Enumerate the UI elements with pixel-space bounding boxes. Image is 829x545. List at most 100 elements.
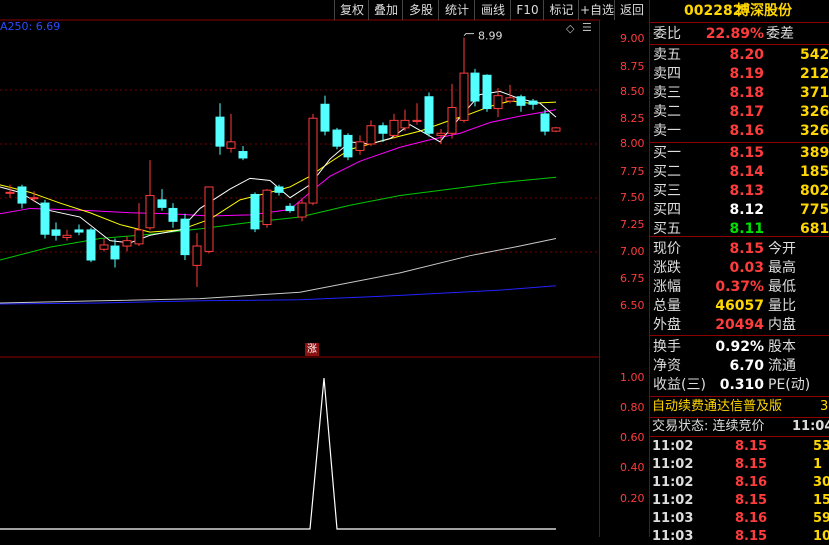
diamond-icon[interactable]: ◇ — [566, 22, 574, 35]
tick-time: 11:03 — [652, 511, 694, 526]
ma10-line — [0, 100, 557, 233]
price-tick-label: 8.00 — [620, 137, 645, 150]
tick-price: 8.15 — [735, 493, 768, 508]
indicator-tick-label: 0.20 — [620, 492, 645, 505]
toolbar-button-0[interactable]: 复权 — [334, 0, 369, 20]
trade-status: 交易状态: 连续竞价 11:04 — [650, 418, 829, 435]
bid-row: 买三 8.13 802 — [650, 182, 829, 200]
candle-body — [378, 125, 388, 134]
kline-chart[interactable]: 8.99 — [0, 0, 604, 537]
bid-row: 买四 8.12 775 — [650, 201, 829, 219]
stock-code: 002282 — [684, 3, 743, 19]
ask-row-price: 8.18 — [729, 85, 764, 101]
candle-body — [389, 119, 399, 136]
ratio-label: 委比 — [653, 26, 681, 42]
indicator-tick-label: 0.60 — [620, 431, 645, 444]
candle-body — [459, 72, 469, 121]
high-marker-label: 8.99 — [478, 30, 503, 43]
ask-row: 卖五 8.20 542 — [650, 46, 829, 64]
candle-body — [262, 189, 272, 226]
candle-body — [215, 116, 225, 147]
candle-body — [332, 129, 342, 147]
bid-row-volume: 389 — [800, 145, 829, 161]
toolbar-button-2[interactable]: 多股 — [402, 0, 439, 20]
bid-row-label: 买三 — [653, 183, 681, 199]
tick-row: 11:02 8.16 30 — [650, 474, 829, 491]
ma250-label: A250: 6.69 — [0, 20, 61, 33]
candle-body — [516, 96, 526, 106]
tick-row: 11:02 8.15 53 — [650, 438, 829, 455]
bid-row-price: 8.13 — [729, 183, 764, 199]
stat-row: 总量 46057 量比 — [650, 297, 829, 315]
candle-body — [40, 202, 50, 235]
toolbar-button-4[interactable]: 画线 — [474, 0, 511, 20]
ma20-line — [0, 109, 557, 217]
bid-row: 买一 8.15 389 — [650, 144, 829, 162]
stat-row-label: 总量 — [653, 298, 681, 314]
stat-row-label2: 今开 — [768, 241, 796, 257]
stat2-row-label2: PE(动) — [768, 377, 811, 393]
tick-price: 8.16 — [735, 511, 768, 526]
candle-body — [29, 197, 39, 200]
candle-body — [400, 119, 410, 129]
stat-row-value: 20494 — [715, 317, 764, 333]
candle-body — [238, 151, 248, 159]
candle-body — [482, 74, 492, 110]
ask-row-volume: 371 — [800, 85, 829, 101]
stat2-row: 净资 6.70 流通 — [650, 357, 829, 375]
menu-icon[interactable]: ☰ — [582, 21, 592, 34]
tick-volume: 1 — [813, 457, 823, 472]
stat-row: 现价 8.15 今开 — [650, 240, 829, 258]
stat2-row-label: 收益(三) — [653, 377, 706, 393]
bid-row-price: 8.12 — [729, 202, 764, 218]
stat2-row-value: 0.92% — [715, 339, 764, 355]
toolbar-button-3[interactable]: 统计 — [438, 0, 475, 20]
ad-banner[interactable]: 自动续费通达信普及版 30 — [650, 398, 829, 416]
ask-row: 卖四 8.19 212 — [650, 65, 829, 83]
price-tick-label: 7.75 — [620, 165, 645, 178]
stat-row-label2: 最高 — [768, 260, 796, 276]
stat-row-label: 涨幅 — [653, 279, 681, 295]
ask-row-price: 8.19 — [729, 66, 764, 82]
price-tick-label: 7.25 — [620, 218, 645, 231]
tick-time: 11:02 — [652, 439, 694, 454]
stat-row-value: 0.37% — [715, 279, 764, 295]
ratio-row: 委比 22.89% 委差 — [650, 25, 829, 43]
stat-row-label: 外盘 — [653, 317, 681, 333]
candle-body — [226, 141, 236, 149]
ratio-value: 22.89% — [705, 26, 764, 42]
ask-row-label: 卖四 — [653, 66, 681, 82]
bid-row: 买二 8.14 185 — [650, 163, 829, 181]
candle-body — [505, 97, 515, 102]
candle-body — [110, 245, 120, 260]
ask-row-label: 卖一 — [653, 123, 681, 139]
ask-row: 卖二 8.17 326 — [650, 103, 829, 121]
bid-row-label: 买一 — [653, 145, 681, 161]
tick-row: 11:02 8.15 1 — [650, 456, 829, 473]
price-axis: ◇ ☰ 9.00 8.75 8.50 8.25 8.00 7.75 7.50 7.25 7.00… — [566, 0, 648, 537]
toolbar-button-1[interactable]: 叠加 — [368, 0, 403, 20]
stat2-row-label: 净资 — [653, 358, 681, 374]
candle-body — [5, 191, 15, 194]
candle-body — [551, 127, 561, 132]
ask-row-volume: 212 — [800, 66, 829, 82]
price-chart-area[interactable]: 8.99 复权 叠加 多股 统计 画线 F10 标记 +自选 返回 A250: 6.69 涨 — [0, 0, 644, 537]
bid-row-price: 8.14 — [729, 164, 764, 180]
candle-body — [204, 186, 214, 252]
price-tick-label: 6.50 — [620, 299, 645, 312]
candle-body — [493, 95, 503, 110]
toolbar-button-6[interactable]: 标记 — [543, 0, 579, 20]
candle-body — [412, 119, 422, 122]
candle-body — [180, 218, 190, 256]
price-tick-label: 8.50 — [620, 85, 645, 98]
trade-status-text: 交易状态: 连续竞价 — [652, 419, 765, 434]
stat-row-label: 现价 — [653, 241, 681, 257]
toolbar-button-5[interactable]: F10 — [510, 0, 544, 20]
price-tick-label: 7.00 — [620, 245, 645, 258]
tick-volume: 15 — [813, 493, 829, 508]
stat2-row: 换手 0.92% 股本 — [650, 338, 829, 356]
candle-body — [366, 125, 376, 145]
tick-volume: 53 — [813, 439, 829, 454]
ask-row-price: 8.20 — [729, 47, 764, 63]
price-tick-label: 8.75 — [620, 60, 645, 73]
